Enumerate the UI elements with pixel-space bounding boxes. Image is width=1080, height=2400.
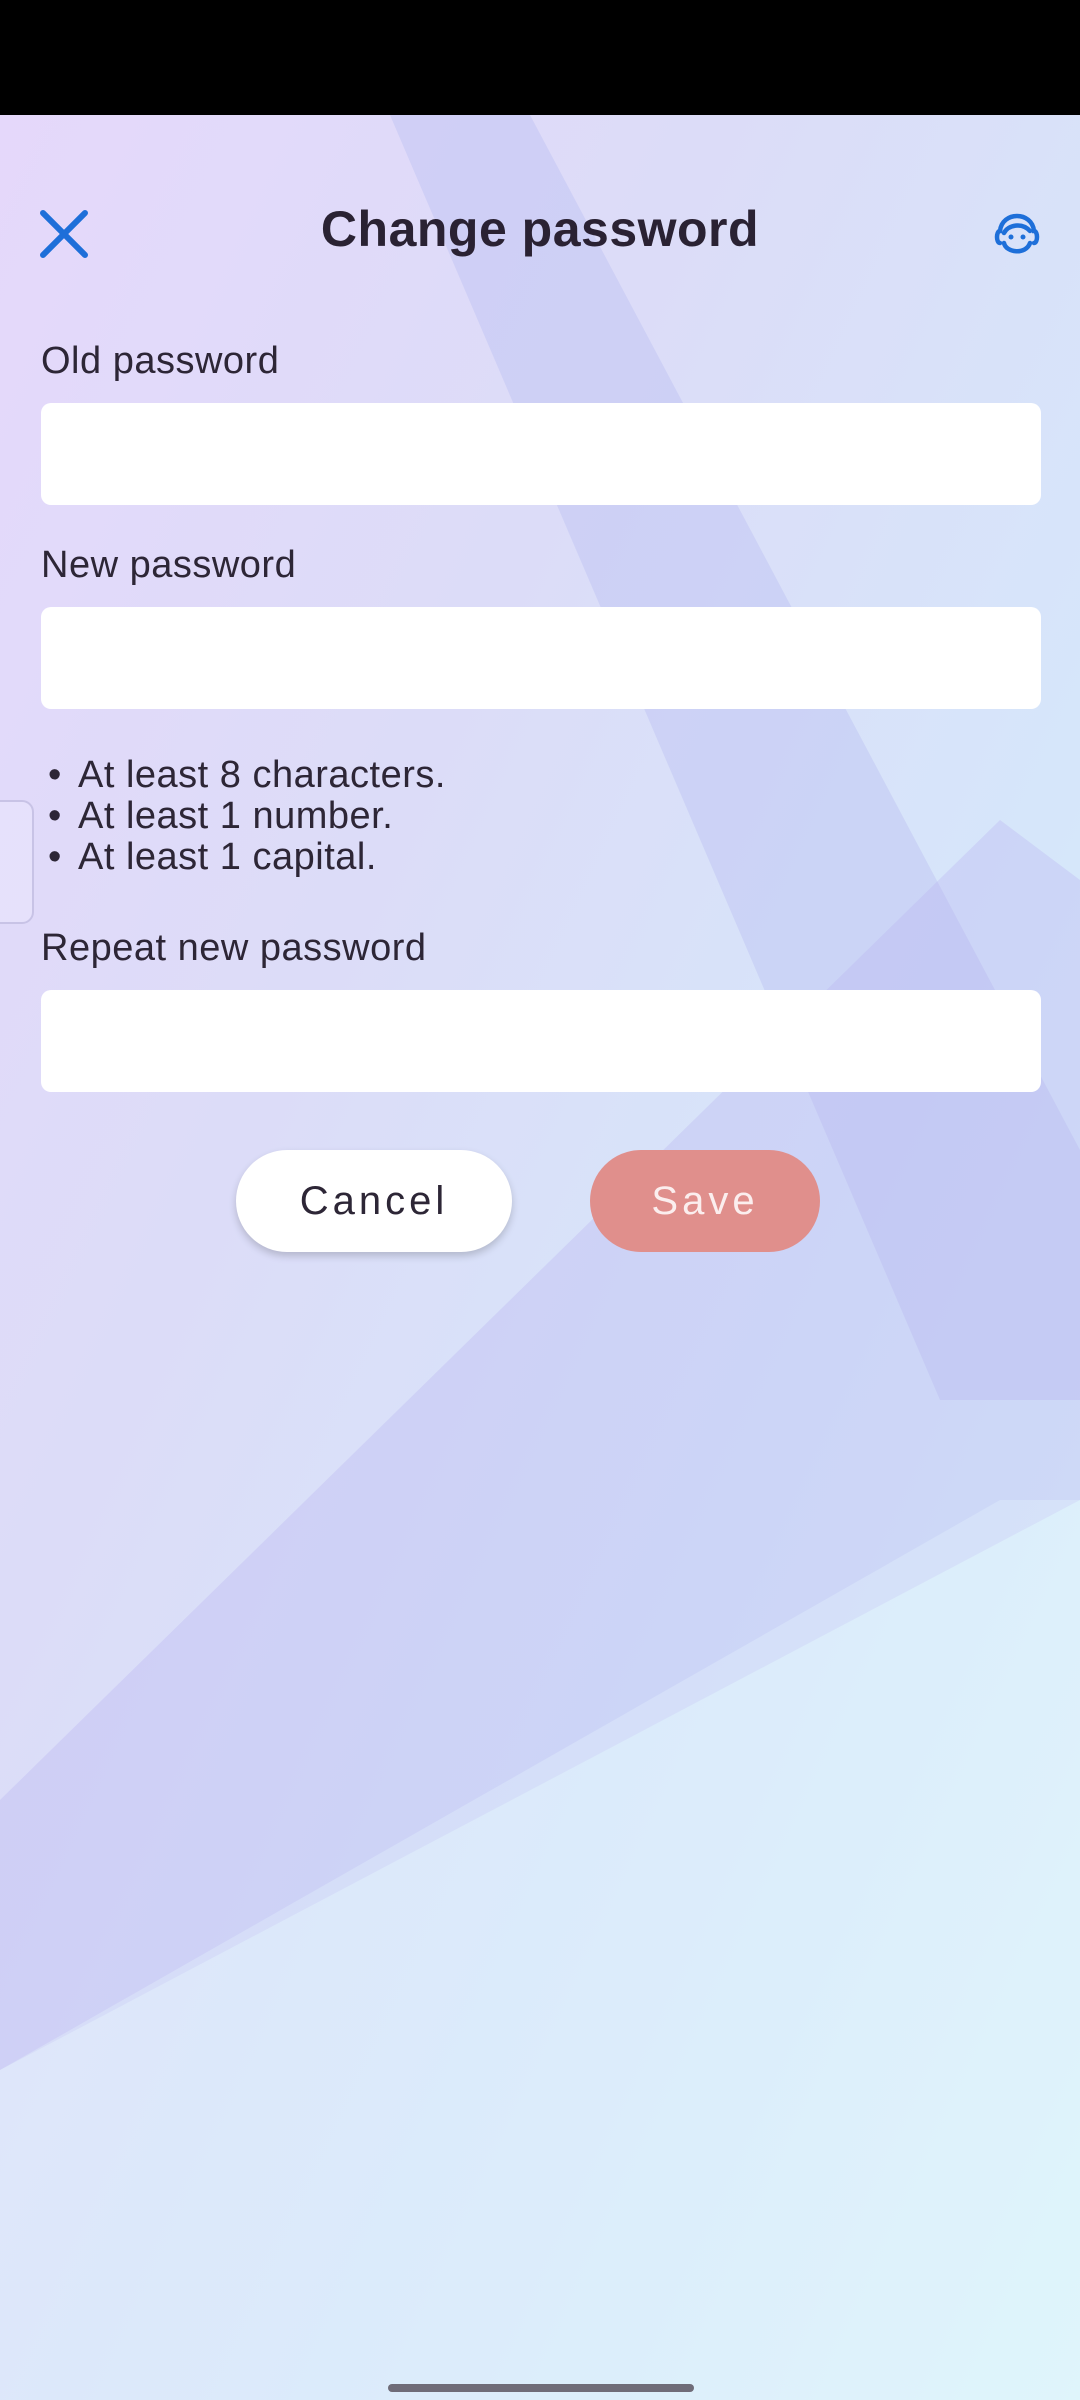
header: Change password	[0, 170, 1080, 280]
password-rule-item: • At least 1 number.	[48, 795, 394, 837]
page-title: Change password	[320, 201, 760, 257]
headset-support-icon	[994, 213, 1040, 254]
support-button[interactable]	[975, 194, 1059, 278]
new-password-input[interactable]	[41, 607, 1041, 709]
old-password-label: Old password	[41, 340, 280, 382]
old-password-input[interactable]	[41, 403, 1041, 505]
repeat-password-label: Repeat new password	[41, 927, 427, 969]
password-rule-item: • At least 1 capital.	[48, 836, 377, 878]
new-password-label: New password	[41, 544, 297, 586]
status-bar	[0, 0, 1080, 115]
home-indicator[interactable]	[388, 2384, 694, 2392]
password-rule-item: • At least 8 characters.	[48, 754, 446, 796]
password-rules-list: • At least 8 characters. • At least 1 numb…	[48, 755, 446, 878]
repeat-password-input[interactable]	[41, 990, 1041, 1092]
side-drawer-handle[interactable]	[0, 800, 34, 924]
cancel-button[interactable]: Cancel	[236, 1150, 512, 1252]
change-password-screen: Change password Old password New passwor…	[0, 0, 1080, 2400]
save-button[interactable]: Save	[590, 1150, 820, 1252]
